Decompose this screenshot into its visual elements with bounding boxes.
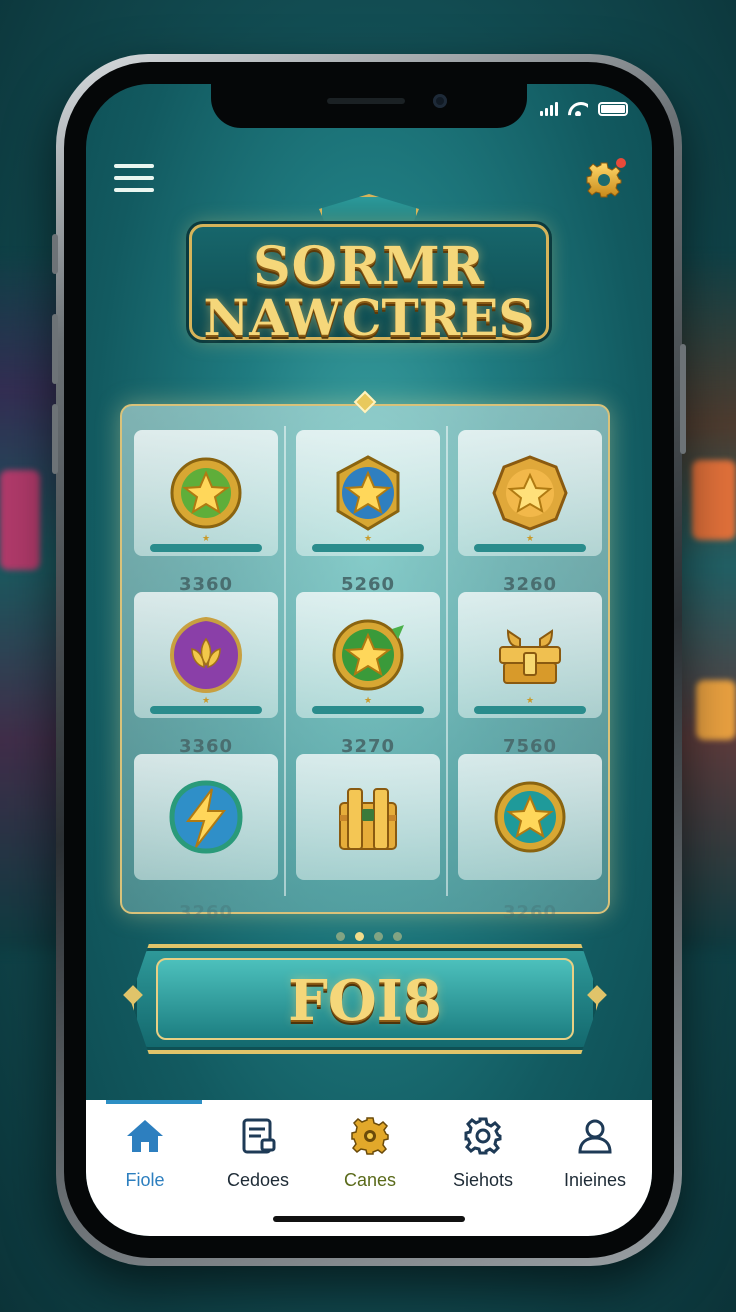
gold-treasure-chest-icon (499, 629, 561, 684)
phone-side-button (52, 314, 58, 384)
battery-icon (598, 102, 628, 116)
reward-score: 3260 (178, 902, 234, 923)
green-star-coin-icon (332, 619, 404, 691)
reward-cell[interactable] (296, 430, 440, 556)
cell-progress-bar (312, 706, 424, 714)
cell-progress-bar (150, 544, 262, 552)
signal-bars-icon (540, 102, 558, 116)
phone-side-button (52, 234, 58, 274)
settings-gear-icon (464, 1117, 502, 1155)
logo-title-line2: NAWCTRES (203, 288, 535, 347)
pager-dot[interactable] (393, 932, 402, 941)
tab-label: Inieines (563, 1170, 627, 1190)
main-action-label: FOI8 (288, 968, 442, 1034)
cell-progress-bar (474, 544, 586, 552)
cell-progress-bar (150, 706, 262, 714)
phone-side-button (680, 344, 686, 454)
background-light (0, 470, 40, 570)
phone-frame: SORMR NAWCTRES ★ ★ ★ 3360 5260 3260 ★ ★ … (52, 54, 686, 1266)
game-screen: SORMR NAWCTRES ★ ★ ★ 3360 5260 3260 ★ ★ … (86, 84, 652, 1236)
background-light (692, 460, 736, 540)
pager-dot[interactable] (336, 932, 345, 941)
reward-cell[interactable] (296, 592, 440, 718)
lightning-badge-icon (169, 780, 243, 854)
wifi-icon (568, 102, 588, 116)
phone-bezel: SORMR NAWCTRES ★ ★ ★ 3360 5260 3260 ★ ★ … (64, 62, 674, 1258)
tab-label: Cedoes (226, 1170, 290, 1190)
reward-grid-panel: 3360 5260 3260 (120, 390, 610, 923)
pager-dot[interactable] (374, 932, 383, 941)
document-list-icon (242, 1118, 276, 1154)
tab-inieines[interactable]: Inieines (540, 1114, 650, 1191)
purple-lotus-badge-icon (169, 616, 243, 694)
tab-siehots[interactable]: Siehots (428, 1114, 538, 1191)
hamburger-menu-icon[interactable] (114, 164, 154, 194)
pager-dot-active[interactable] (355, 932, 364, 941)
reward-cell[interactable] (296, 754, 440, 880)
notification-dot (616, 158, 626, 168)
settings-button[interactable] (584, 158, 626, 200)
reward-cell[interactable] (134, 430, 278, 556)
gold-gear-icon (351, 1117, 389, 1155)
green-star-badge-icon (170, 457, 242, 529)
user-profile-icon (578, 1119, 612, 1154)
panel-gem-ornament (353, 390, 377, 414)
status-bar (540, 102, 628, 116)
tab-label: Siehots (452, 1170, 514, 1190)
cell-progress-bar (474, 706, 586, 714)
tab-label: Canes (343, 1170, 397, 1190)
gold-chest-icon (339, 788, 397, 850)
tab-home[interactable]: Fiole (90, 1114, 200, 1191)
tab-canes[interactable]: Canes (315, 1114, 425, 1191)
speaker (327, 98, 405, 104)
active-tab-indicator (106, 1100, 202, 1104)
bottom-tab-bar: Fiole Cedoes Canes Siehots Inieines (86, 1100, 652, 1236)
reward-cell[interactable] (134, 754, 278, 880)
column-divider (284, 426, 286, 896)
notch (211, 84, 527, 128)
reward-cell[interactable] (458, 430, 602, 556)
home-indicator[interactable] (273, 1216, 465, 1222)
game-logo: SORMR NAWCTRES (189, 184, 549, 354)
phone-side-button (52, 404, 58, 474)
main-action-button[interactable]: FOI8 (123, 944, 607, 1054)
blue-star-badge-icon (336, 455, 400, 531)
background-light (696, 680, 736, 740)
tab-cedoes[interactable]: Cedoes (203, 1114, 313, 1191)
cell-progress-bar (312, 544, 424, 552)
reward-score: 3260 (502, 902, 558, 923)
home-icon (127, 1120, 163, 1152)
column-divider (446, 426, 448, 896)
grid-pager-dots (86, 926, 652, 945)
gold-star-badge-icon (492, 455, 568, 531)
reward-cell[interactable] (458, 754, 602, 880)
front-camera (433, 94, 447, 108)
tab-label: Fiole (125, 1170, 165, 1190)
reward-cell[interactable] (134, 592, 278, 718)
teal-star-coin-icon (494, 781, 566, 853)
reward-cell[interactable] (458, 592, 602, 718)
